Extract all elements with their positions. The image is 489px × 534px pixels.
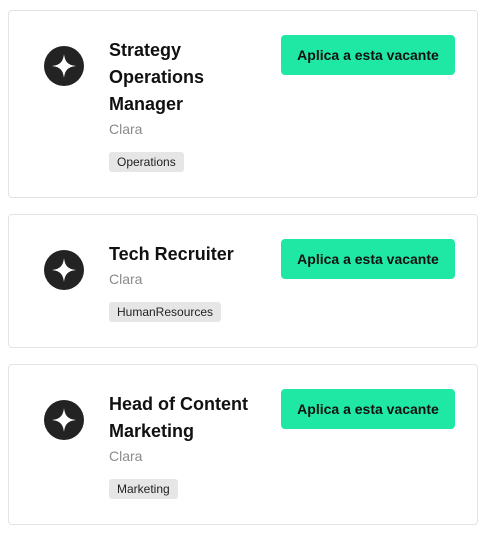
category-tag: Operations (109, 152, 184, 172)
apply-button[interactable]: Aplica a esta vacante (281, 239, 455, 279)
company-logo (44, 400, 84, 440)
sparkle-icon (52, 54, 76, 78)
sparkle-icon (52, 258, 76, 282)
sparkle-icon (52, 408, 76, 432)
company-name: Clara (109, 448, 143, 464)
job-title[interactable]: Tech Recruiter (109, 241, 269, 268)
job-card: Head of Content Marketing Clara Marketin… (8, 364, 478, 525)
job-card: Strategy Operations Manager Clara Operat… (8, 10, 478, 198)
category-tag: HumanResources (109, 302, 222, 322)
job-title[interactable]: Head of Content Marketing (109, 391, 269, 445)
job-card: Tech Recruiter Clara HumanResources Apli… (8, 214, 478, 348)
company-logo (44, 250, 84, 290)
company-name: Clara (109, 121, 143, 137)
company-logo (44, 46, 84, 86)
job-title[interactable]: Strategy Operations Manager (109, 37, 269, 118)
apply-button[interactable]: Aplica a esta vacante (281, 389, 455, 429)
apply-button[interactable]: Aplica a esta vacante (281, 35, 455, 75)
company-name: Clara (109, 271, 143, 287)
category-tag: Marketing (109, 479, 178, 499)
